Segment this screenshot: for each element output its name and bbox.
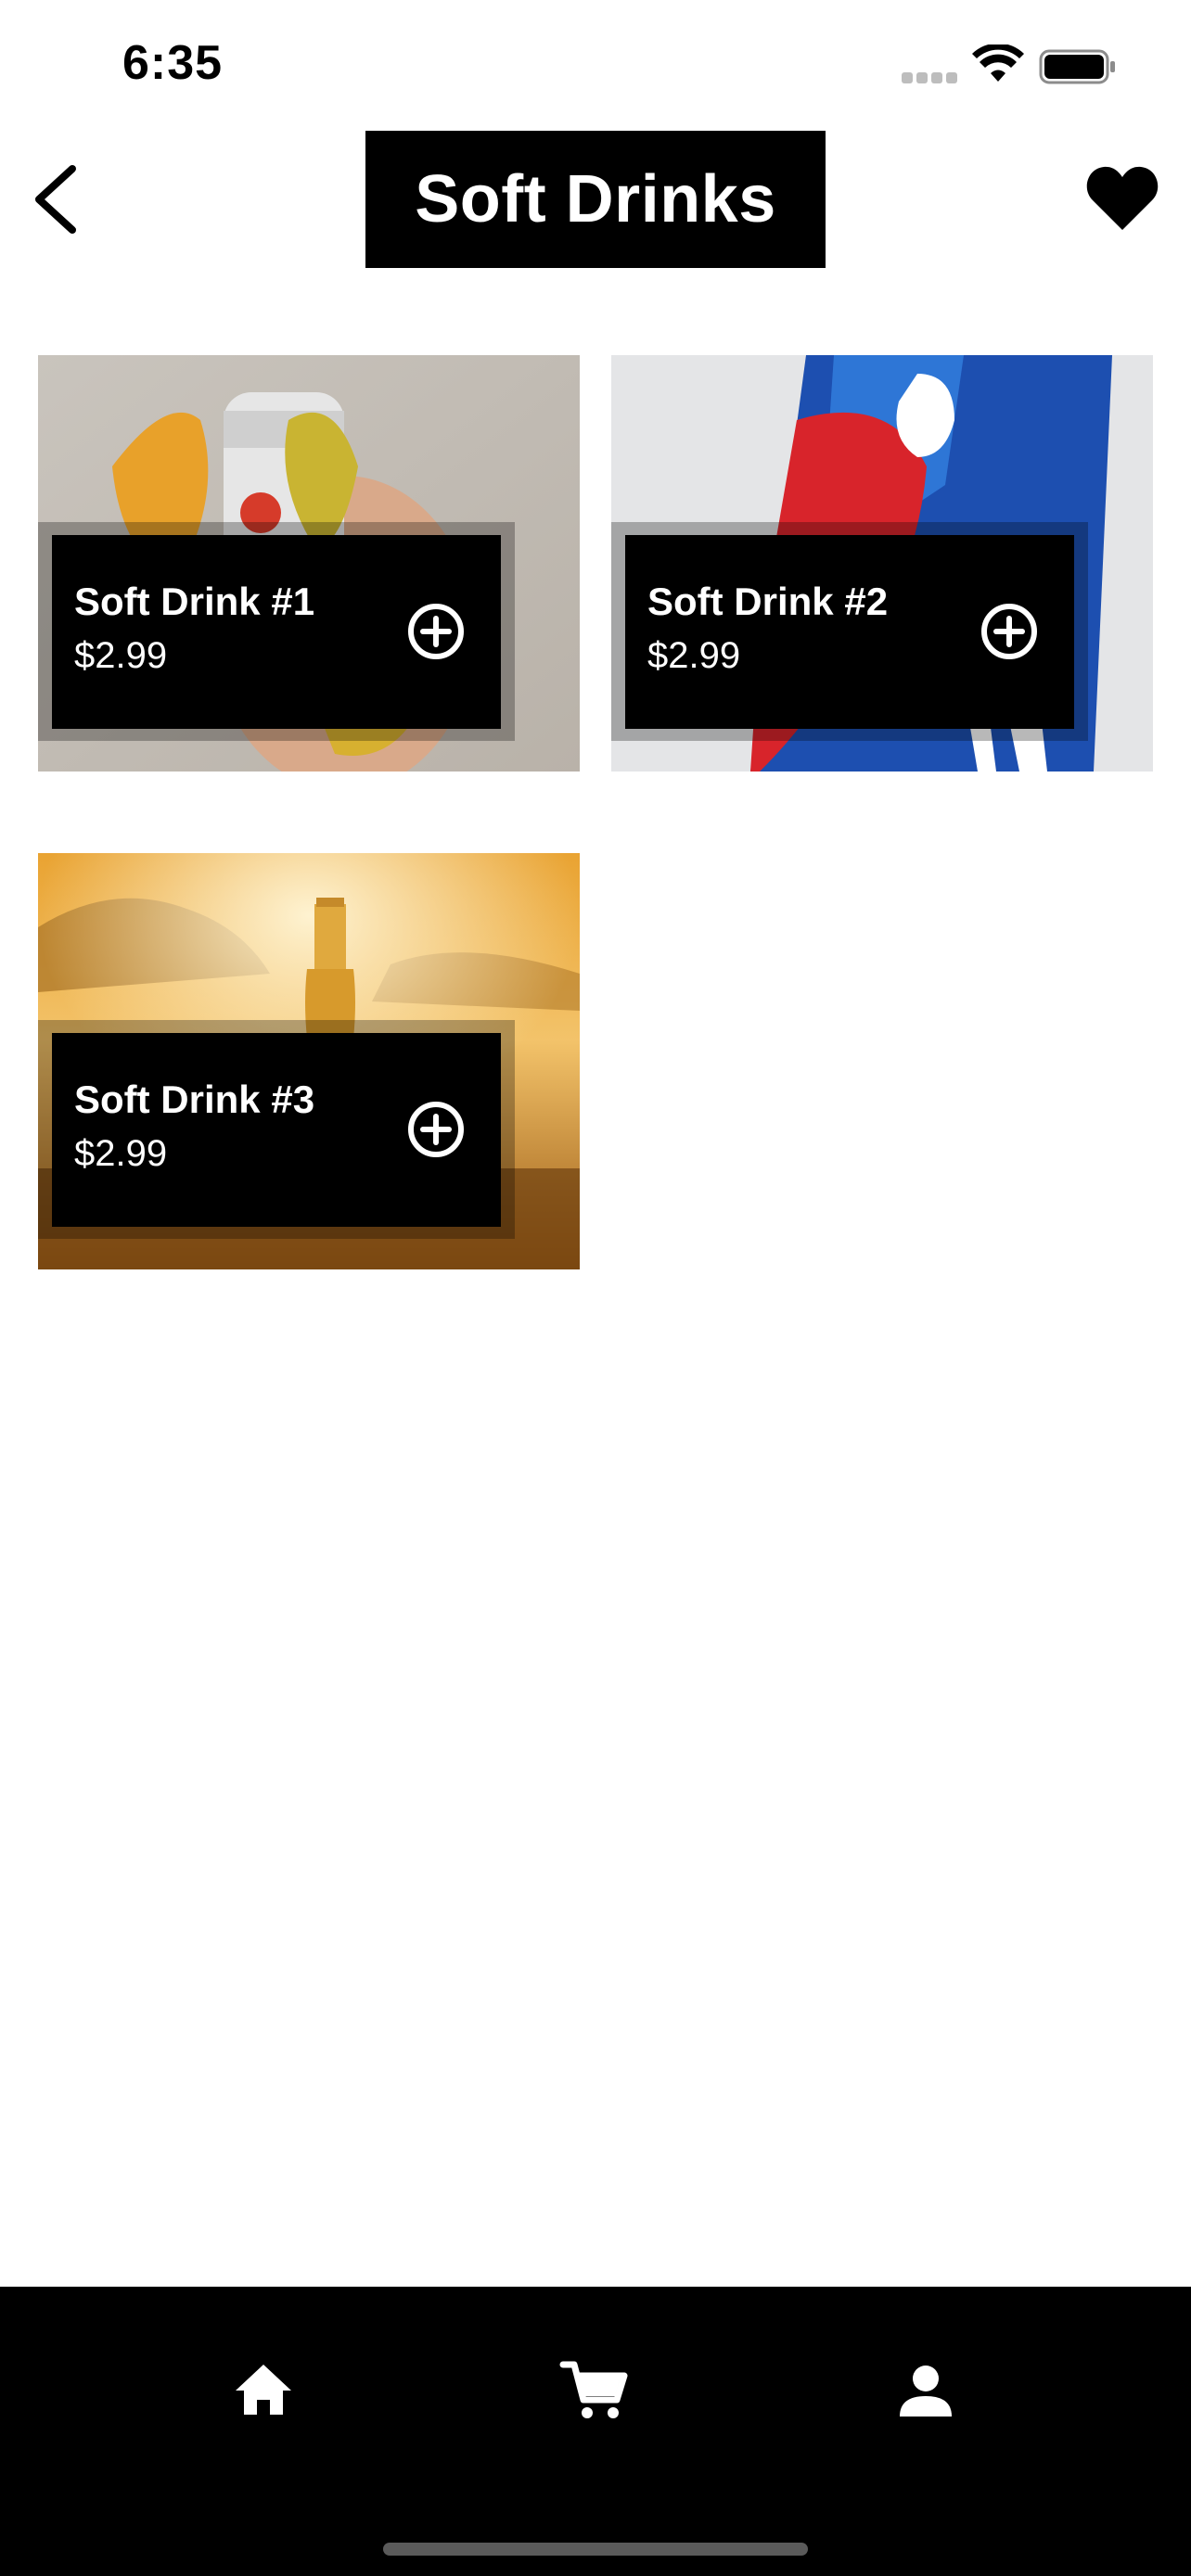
product-card[interactable]: Soft Drink #2 $2.99 [611, 355, 1153, 772]
bottom-tab-bar [0, 2287, 1191, 2576]
status-time: 6:35 [122, 36, 224, 90]
product-info-panel: Soft Drink #3 $2.99 [52, 1033, 501, 1227]
add-to-cart-button[interactable] [980, 602, 1039, 661]
chevron-left-icon [35, 165, 76, 234]
favorite-button[interactable] [1085, 163, 1159, 234]
product-card[interactable]: Soft Drink #3 $2.99 [38, 853, 580, 1269]
product-name: Soft Drink #1 [74, 580, 315, 623]
home-icon [236, 2365, 291, 2415]
add-to-cart-button[interactable] [406, 1100, 466, 1159]
home-indicator [383, 2543, 808, 2556]
add-to-cart-button[interactable] [406, 602, 466, 661]
product-price: $2.99 [74, 1133, 168, 1174]
tab-profile[interactable] [889, 2353, 963, 2428]
product-price: $2.99 [74, 635, 168, 676]
person-icon [900, 2366, 952, 2417]
cart-icon [559, 2361, 628, 2418]
product-info-panel: Soft Drink #1 $2.99 [52, 535, 501, 729]
battery-icon [1039, 49, 1115, 84]
plus-circle-icon [408, 1102, 464, 1157]
product-card[interactable]: Soft Drink #1 $2.99 [38, 355, 580, 772]
plus-circle-icon [981, 604, 1037, 659]
product-info-panel: Soft Drink #2 $2.99 [625, 535, 1074, 729]
plus-circle-icon [408, 604, 464, 659]
tab-home[interactable] [226, 2353, 301, 2428]
wifi-icon [972, 45, 1024, 82]
product-price: $2.99 [647, 635, 741, 676]
product-name: Soft Drink #3 [74, 1078, 315, 1121]
page-title: Soft Drinks [415, 162, 776, 236]
title-box: Soft Drinks [365, 131, 826, 268]
back-button[interactable] [28, 158, 93, 241]
soft-drinks-screen: 6:35 Soft Drinks Soft Drink #1 $2.99 Sof… [0, 0, 1191, 2576]
product-name: Soft Drink #2 [647, 580, 889, 623]
signal-icon [902, 72, 957, 83]
status-bar: 6:35 [0, 0, 1191, 130]
tab-cart[interactable] [557, 2353, 632, 2428]
heart-icon [1086, 166, 1159, 230]
